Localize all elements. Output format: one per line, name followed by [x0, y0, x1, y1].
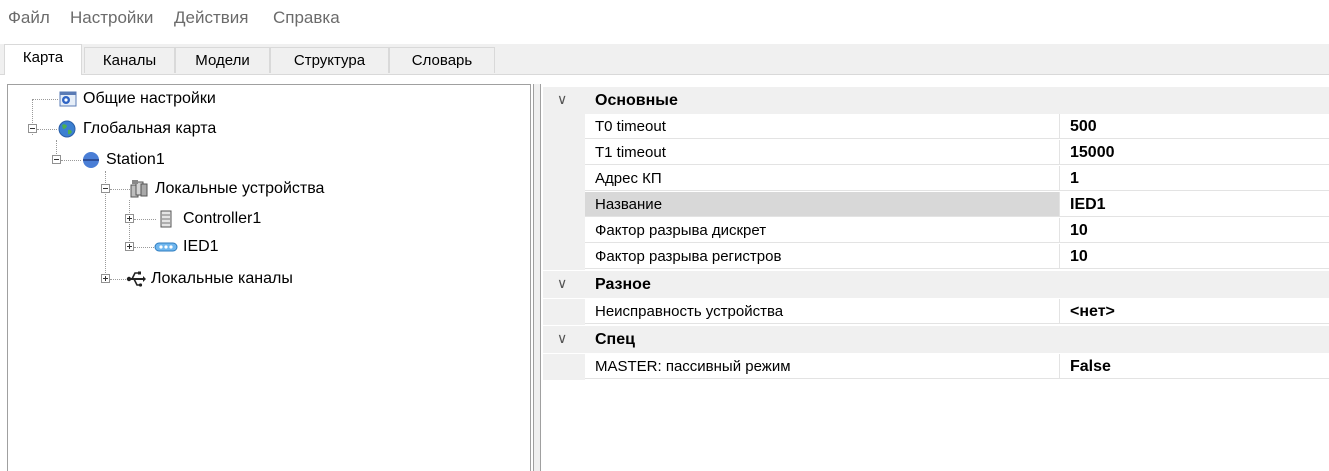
property-name: T0 timeout: [585, 114, 1060, 139]
property-grid[interactable]: ∨ Основные T0 timeout 500 T1 timeout 150…: [543, 84, 1329, 471]
property-row-register-factor[interactable]: Фактор разрыва регистров 10: [543, 244, 1329, 270]
property-row-name[interactable]: Название IED1: [543, 192, 1329, 218]
row-gutter: [543, 244, 585, 270]
tree-node-general-settings[interactable]: Общие настройки: [8, 85, 528, 113]
property-value[interactable]: 1: [1060, 166, 1329, 191]
property-value[interactable]: False: [1060, 354, 1329, 379]
category-label: Спец: [595, 331, 635, 348]
expand-toggle[interactable]: [125, 242, 134, 251]
property-row-t1[interactable]: T1 timeout 15000: [543, 140, 1329, 166]
category-misc[interactable]: ∨ Разное: [543, 271, 1329, 298]
category-special[interactable]: ∨ Спец: [543, 326, 1329, 353]
settings-window-icon: [59, 91, 77, 107]
server-icon: [160, 210, 172, 228]
collapse-toggle[interactable]: [28, 124, 37, 133]
tree-node-label: Локальные устройства: [155, 180, 325, 197]
tree-node-controller[interactable]: Controller1: [8, 205, 528, 233]
tab-map[interactable]: Карта: [4, 44, 82, 75]
tab-models[interactable]: Модели: [175, 47, 270, 73]
tree-node-global-map[interactable]: Глобальная карта: [8, 115, 528, 143]
category-label: Разное: [595, 276, 651, 293]
tree-node-ied[interactable]: IED1: [8, 233, 528, 261]
property-value[interactable]: 15000: [1060, 140, 1329, 165]
property-row-t0[interactable]: T0 timeout 500: [543, 114, 1329, 140]
chevron-down-icon[interactable]: ∨: [557, 275, 567, 292]
menu-file[interactable]: Файл: [8, 8, 50, 28]
row-gutter: [543, 354, 585, 380]
property-name: MASTER: пассивный режим: [585, 354, 1060, 379]
row-gutter: [543, 218, 585, 244]
property-name: Фактор разрыва дискрет: [585, 218, 1060, 243]
menu-help[interactable]: Справка: [273, 8, 340, 28]
tree-node-label: Глобальная карта: [83, 120, 217, 137]
property-value[interactable]: 500: [1060, 114, 1329, 139]
property-row-discrete-factor[interactable]: Фактор разрыва дискрет 10: [543, 218, 1329, 244]
property-row-master-passive[interactable]: MASTER: пассивный режим False: [543, 354, 1329, 380]
chevron-down-icon[interactable]: ∨: [557, 91, 567, 108]
tree-node-label: Локальные каналы: [151, 270, 293, 287]
tree-node-local-channels[interactable]: Локальные каналы: [8, 265, 528, 293]
property-row-device-fault[interactable]: Неисправность устройства <нет>: [543, 299, 1329, 325]
tab-dictionary[interactable]: Словарь: [389, 47, 495, 73]
row-gutter: [543, 166, 585, 192]
station-sphere-icon: [83, 152, 99, 168]
menu-bar: Файл Настройки Действия Справка: [0, 0, 1329, 38]
property-value[interactable]: 10: [1060, 244, 1329, 269]
tree-node-local-devices[interactable]: Локальные устройства: [8, 175, 528, 203]
tree-node-label: Общие настройки: [83, 90, 216, 107]
tree-node-label: Controller1: [183, 210, 262, 227]
tree-node-label: Station1: [106, 151, 165, 168]
row-gutter: [543, 140, 585, 166]
row-gutter: [543, 114, 585, 140]
menu-actions[interactable]: Действия: [174, 8, 248, 28]
category-main[interactable]: ∨ Основные: [543, 87, 1329, 114]
property-name: Неисправность устройства: [585, 299, 1060, 324]
tree-node-label: IED1: [183, 238, 219, 255]
property-row-address[interactable]: Адрес КП 1: [543, 166, 1329, 192]
property-value[interactable]: IED1: [1060, 192, 1329, 217]
collapse-toggle[interactable]: [101, 184, 110, 193]
property-name: Фактор разрыва регистров: [585, 244, 1060, 269]
map-tree[interactable]: Общие настройки Глобальная карта Station…: [7, 84, 531, 471]
tab-structure[interactable]: Структура: [270, 47, 389, 73]
collapse-toggle[interactable]: [52, 155, 61, 164]
devices-group-icon: [130, 180, 148, 198]
chevron-down-icon[interactable]: ∨: [557, 330, 567, 347]
tab-strip: Карта Каналы Модели Структура Словарь: [0, 44, 1329, 75]
expand-toggle[interactable]: [101, 274, 110, 283]
tab-channels[interactable]: Каналы: [84, 47, 175, 73]
menu-settings[interactable]: Настройки: [70, 8, 153, 28]
property-value[interactable]: <нет>: [1060, 299, 1329, 324]
ied-device-icon: [154, 242, 178, 252]
expand-toggle[interactable]: [125, 214, 134, 223]
property-value[interactable]: 10: [1060, 218, 1329, 243]
globe-icon: [58, 120, 76, 138]
property-name: T1 timeout: [585, 140, 1060, 165]
category-label: Основные: [595, 92, 678, 109]
property-name: Название: [585, 192, 1060, 217]
tree-node-station[interactable]: Station1: [8, 146, 528, 174]
property-name: Адрес КП: [585, 166, 1060, 191]
row-gutter: [543, 299, 585, 325]
panel-splitter[interactable]: [533, 84, 541, 471]
usb-icon: [126, 271, 146, 287]
row-gutter: [543, 192, 585, 218]
